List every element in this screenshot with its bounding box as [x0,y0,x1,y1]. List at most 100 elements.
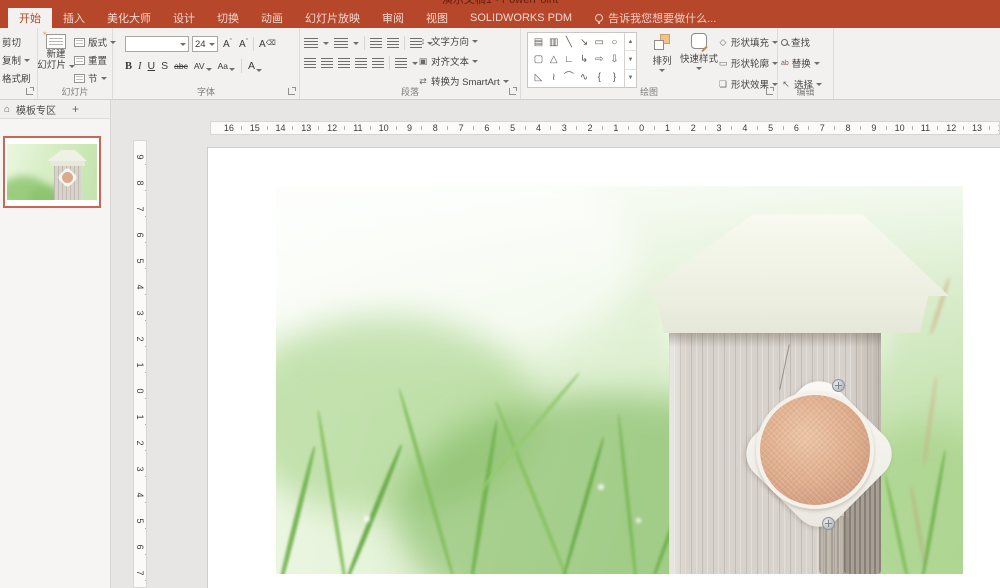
numbering-button[interactable] [334,38,348,48]
chevron-down-icon [255,69,262,72]
ruler-number: 3 [134,463,146,475]
ruler-number: 14 [990,122,999,134]
ruler-number: 3 [706,122,732,134]
layout-button[interactable]: 版式 [74,35,117,49]
scroll-up-icon[interactable]: ▲ [625,33,636,50]
ruler-number: 1 [603,122,629,134]
shape-icon[interactable]: ▭ [592,35,607,50]
shape-icon[interactable]: ↘ [577,35,592,50]
character-spacing-button[interactable]: AV [194,61,212,71]
template-zone-tab[interactable]: 模板专区 [16,102,56,117]
shape-icon[interactable]: ▢ [531,52,546,67]
align-text-button[interactable]: ▣ 对齐文本 [418,54,509,68]
grow-font-button[interactable]: Aˆ [221,39,234,50]
tab-transitions[interactable]: 切换 [206,8,250,28]
shapes-gallery[interactable]: ▤ ▥ ╲ ↘ ▭ ○ ▢ △ ∟ ↳ ⇨ ⇩ ◺ ≀ ⌒ ∿{} ▲ ▼ ▼ [527,32,637,88]
shape-icon[interactable]: ╲ [561,35,576,50]
align-right-button[interactable] [338,58,350,68]
shape-icon[interactable]: ≀ [546,70,561,85]
increase-indent-button[interactable] [387,38,399,48]
change-case-button[interactable]: Aa [218,61,235,71]
add-tab-button[interactable]: + [72,102,79,116]
shape-fill-button[interactable]: ◇ 形状填充 [718,35,779,49]
tab-solidworks-pdm[interactable]: SOLIDWORKS PDM [459,8,583,28]
shape-outline-button[interactable]: ▭ 形状轮廓 [718,56,779,70]
arrange-button[interactable]: 排列 [645,33,679,72]
shape-icon[interactable]: ◺ [531,70,546,85]
tab-animations[interactable]: 动画 [250,8,294,28]
shape-icon[interactable]: ↳ [577,52,592,67]
group-paragraph: ↕ 文字方向 ▣ 对齐文本 ⇄ 转换为 SmartArt 段落 [300,28,521,99]
clipboard-dialog-launcher-icon[interactable] [26,88,33,95]
shape-icon[interactable]: ▤ [531,35,546,50]
tab-view[interactable]: 视图 [415,8,459,28]
clear-formatting-button[interactable]: A⌫ [257,39,278,50]
slide-thumbnail-panel: ⌂ 模板专区 + [0,100,111,588]
shapes-row: ▤ ▥ ╲ ↘ ▭ ○ [531,35,622,50]
bold-button[interactable]: B [125,61,132,72]
align-center-button[interactable] [321,58,333,68]
text-shadow-button[interactable]: S [161,60,168,72]
tab-insert[interactable]: 插入 [52,8,96,28]
replace-icon: ab [781,59,789,67]
underline-button[interactable]: U [148,60,156,72]
shapes-row: ◺ ≀ ⌒ ∿{} [531,70,622,85]
reset-icon [74,55,85,65]
tab-meihua-dashi[interactable]: 美化大师 [96,8,162,28]
shape-icon[interactable]: ⇨ [592,52,607,67]
ruler-number: 0 [629,122,655,134]
tab-design[interactable]: 设计 [162,8,206,28]
columns-button[interactable] [395,58,407,68]
tab-home[interactable]: 开始 [8,8,52,28]
ruler-number: 5 [500,122,526,134]
shape-icon[interactable]: } [607,70,622,85]
shrink-font-button[interactable]: Aˇ [237,39,250,50]
slide-thumbnail-selected[interactable] [3,136,101,208]
shape-icon[interactable]: ○ [607,35,622,50]
font-name-combobox[interactable] [125,36,189,52]
distribute-button[interactable] [372,58,384,68]
font-size-combobox[interactable]: 24 [192,36,218,52]
text-direction-button[interactable]: ↕ 文字方向 [418,34,509,48]
tell-me-box[interactable]: 告诉我您想要做什么... [595,8,716,28]
replace-button[interactable]: ab 替换 [781,56,833,70]
font-color-button[interactable]: A [248,60,262,72]
slide-canvas[interactable] [207,147,1000,588]
justify-button[interactable] [355,58,367,68]
ruler-number: 2 [577,122,603,134]
align-left-button[interactable] [304,58,316,68]
shape-icon[interactable]: ∟ [561,52,576,67]
ruler-number: 8 [422,122,448,134]
shape-icon[interactable]: ∿ [577,70,592,85]
copy-button[interactable]: 复制 [2,51,37,69]
quick-styles-button[interactable]: 快速样式 [679,33,719,70]
tab-review[interactable]: 审阅 [371,8,415,28]
decrease-indent-button[interactable] [370,38,382,48]
shape-icon[interactable]: ⇩ [607,52,622,67]
shape-icon[interactable]: { [592,70,607,85]
screw-bottom [822,517,835,530]
search-icon [781,38,788,46]
shape-icon[interactable]: ▥ [546,35,561,50]
strikethrough-button[interactable]: abc [174,61,188,71]
bullets-button[interactable] [304,38,318,48]
section-button[interactable]: 节 [74,71,116,85]
scroll-down-icon[interactable]: ▼ [625,50,636,68]
italic-button[interactable]: I [138,61,142,72]
thumbnail-post-cap [47,150,87,161]
group-font: 24 Aˆ Aˇ A⌫ B I U S abc AV Aa A 字体 [113,28,300,99]
align-text-icon: ▣ [418,55,428,66]
tab-slideshow[interactable]: 幻灯片放映 [294,8,371,28]
reset-button[interactable]: 重置 [74,53,116,67]
shape-icon[interactable]: ⌒ [561,70,576,85]
find-button[interactable]: 查找 [781,35,833,49]
shape-icon[interactable]: △ [546,52,561,67]
ruler-number: 13 [293,122,319,134]
slide-photo[interactable] [276,186,963,574]
ruler-number: 15 [242,122,268,134]
paragraph-dialog-launcher-icon[interactable] [509,88,516,95]
drawing-dialog-launcher-icon[interactable] [766,88,773,95]
cut-button[interactable]: 剪切 [2,33,37,51]
font-dialog-launcher-icon[interactable] [288,88,295,95]
format-painter-button[interactable]: 格式刷 [2,69,37,87]
